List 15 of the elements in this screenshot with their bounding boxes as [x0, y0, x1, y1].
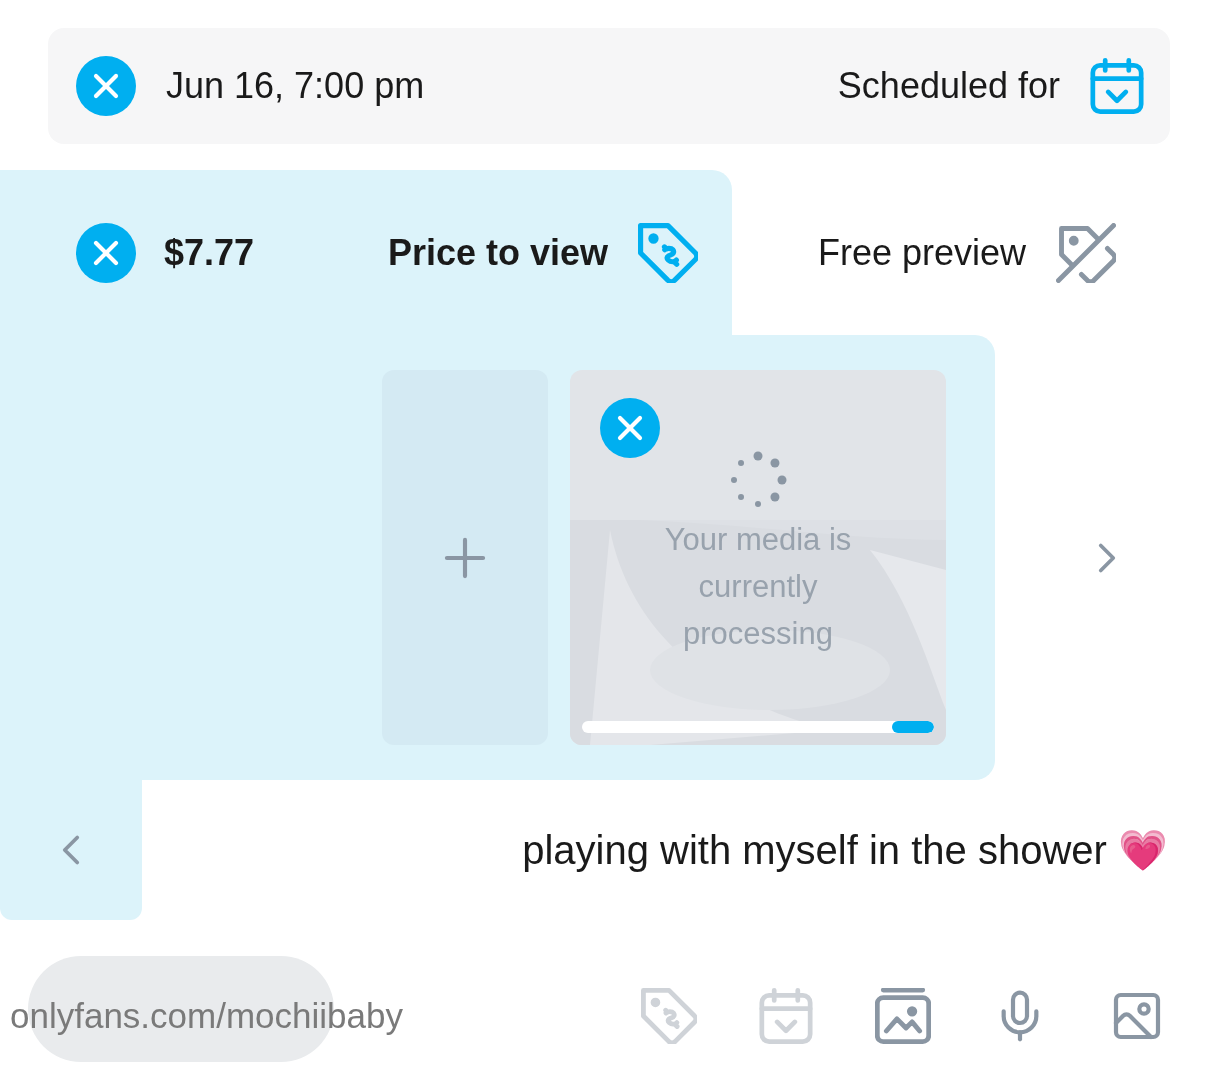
processing-message: Your media is currently processing — [663, 521, 853, 653]
tag-off-icon — [1056, 222, 1117, 283]
profile-link[interactable]: onlyfans.com/mochiibaby — [10, 989, 403, 1043]
caption-text: playing with myself in the shower 💗 — [522, 827, 1168, 874]
price-tag-icon — [638, 222, 698, 283]
remove-media-button[interactable] — [600, 398, 660, 458]
gallery-icon[interactable] — [874, 988, 931, 1044]
calendar-icon — [1090, 58, 1144, 114]
schedule-date: Jun 16, 7:00 pm — [166, 64, 425, 108]
clear-schedule-button[interactable] — [76, 56, 136, 116]
loading-spinner-icon — [728, 450, 788, 510]
price-value: $7.77 — [164, 230, 255, 275]
pricing-tab[interactable]: Free preview — [818, 222, 1117, 283]
pricing-tab[interactable]: Price to view — [387, 222, 698, 283]
schedule-label: Scheduled for — [837, 64, 1060, 108]
